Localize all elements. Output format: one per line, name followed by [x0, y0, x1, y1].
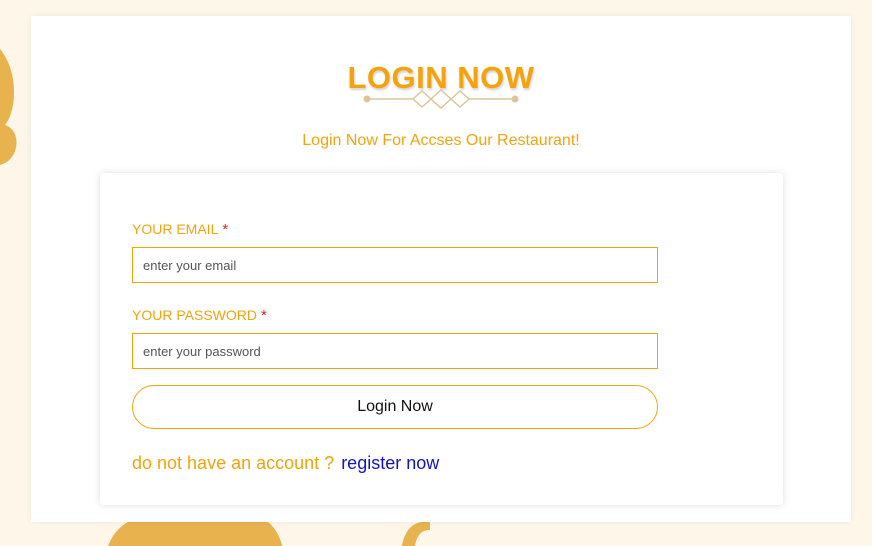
register-link[interactable]: register now	[341, 453, 439, 473]
required-mark: *	[260, 307, 267, 324]
email-input[interactable]	[132, 247, 658, 283]
email-label: YOUR EMAIL *	[132, 221, 228, 238]
password-input[interactable]	[132, 333, 658, 369]
email-label-text: YOUR EMAIL	[132, 221, 219, 237]
register-prompt: do not have an account ? register now	[132, 453, 439, 474]
decorative-blob-left	[0, 49, 17, 165]
login-card: LOGIN NOW Login Now For Accses Our Resta…	[31, 16, 851, 522]
password-label-text: YOUR PASSWORD	[132, 307, 257, 323]
login-form: YOUR EMAIL* YOUR PASSWORD* Login Now do …	[100, 173, 783, 505]
page-subtitle: Login Now For Accses Our Restaurant!	[302, 132, 580, 149]
login-button[interactable]: Login Now	[132, 385, 658, 429]
ornament-divider-icon	[363, 89, 519, 109]
required-mark: *	[222, 221, 229, 238]
register-prompt-text: do not have an account ?	[132, 453, 335, 473]
password-label: YOUR PASSWORD *	[132, 307, 267, 324]
